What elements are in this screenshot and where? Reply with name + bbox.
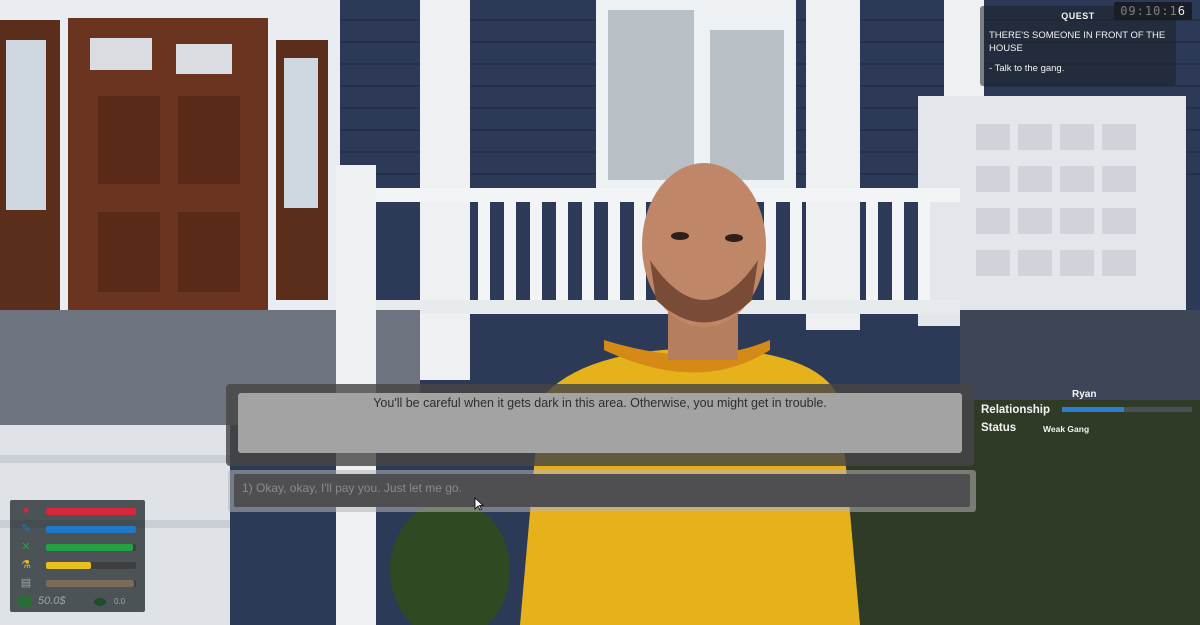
npc-name: Ryan xyxy=(1072,389,1097,400)
relationship-label: Relationship xyxy=(981,404,1051,416)
quest-header: QUEST xyxy=(1061,11,1095,21)
heart-icon: ♥ xyxy=(22,505,30,517)
game-scene xyxy=(0,0,1200,625)
relationship-bar xyxy=(1062,407,1192,412)
drug-icon: ▤ xyxy=(20,577,32,589)
relationship-panel: Ryan Relationship Status Weak Gang xyxy=(980,386,1192,438)
money-value: 50.0$ xyxy=(38,595,66,607)
health-bar xyxy=(46,508,136,515)
money-icon xyxy=(18,596,32,607)
choice-list: 1) Okay, okay, I'll pay you. Just let me… xyxy=(228,470,976,512)
health-stat: ♥ xyxy=(18,504,142,518)
player-stats-panel: ♥ ✎ ✕ ⚗ ▤ 50.0$ 0.0 xyxy=(10,500,145,612)
tools-icon: ✕ xyxy=(21,541,31,553)
status-label: Status xyxy=(981,422,1017,434)
energy-bar xyxy=(46,562,136,569)
dialogue-choice-1[interactable]: 1) Okay, okay, I'll pay you. Just let me… xyxy=(234,474,970,507)
relationship-bar-fill xyxy=(1062,407,1125,412)
mouse-cursor-icon xyxy=(474,497,484,511)
dialogue-choice-label: 1) Okay, okay, I'll pay you. Just let me… xyxy=(242,481,462,495)
dialogue-line: You'll be careful when it gets dark in t… xyxy=(373,396,827,410)
hunger-bar xyxy=(46,526,136,533)
energy-stat: ⚗ xyxy=(18,558,142,572)
cash-value: 0.0 xyxy=(114,597,126,606)
hunger-stat: ✎ xyxy=(18,522,142,536)
energy-bar-fill xyxy=(46,562,91,569)
tools-bar-fill xyxy=(46,544,134,551)
quest-task: - Talk to the gang. xyxy=(989,63,1065,74)
status-value: Weak Gang xyxy=(1043,424,1090,434)
tools-stat: ✕ xyxy=(18,540,142,554)
quest-panel: QUEST THERE'S SOMEONE IN FRONT OF THE HO… xyxy=(980,6,1176,86)
hunger-bar-fill xyxy=(46,526,136,533)
drug-stat: ▤ xyxy=(18,576,142,590)
dialogue-text-panel: You'll be careful when it gets dark in t… xyxy=(238,393,962,453)
drug-bar xyxy=(46,580,136,587)
quest-title: THERE'S SOMEONE IN FRONT OF THE HOUSE xyxy=(989,30,1166,54)
cash-bag-icon xyxy=(94,598,106,606)
food-icon: ✎ xyxy=(21,523,31,535)
tools-bar xyxy=(46,544,136,551)
energy-icon: ⚗ xyxy=(21,559,31,571)
drug-bar-fill xyxy=(46,580,135,587)
money-row: 50.0$ 0.0 xyxy=(18,595,142,609)
health-bar-fill xyxy=(46,508,136,515)
dialogue-box: You'll be careful when it gets dark in t… xyxy=(226,384,974,466)
